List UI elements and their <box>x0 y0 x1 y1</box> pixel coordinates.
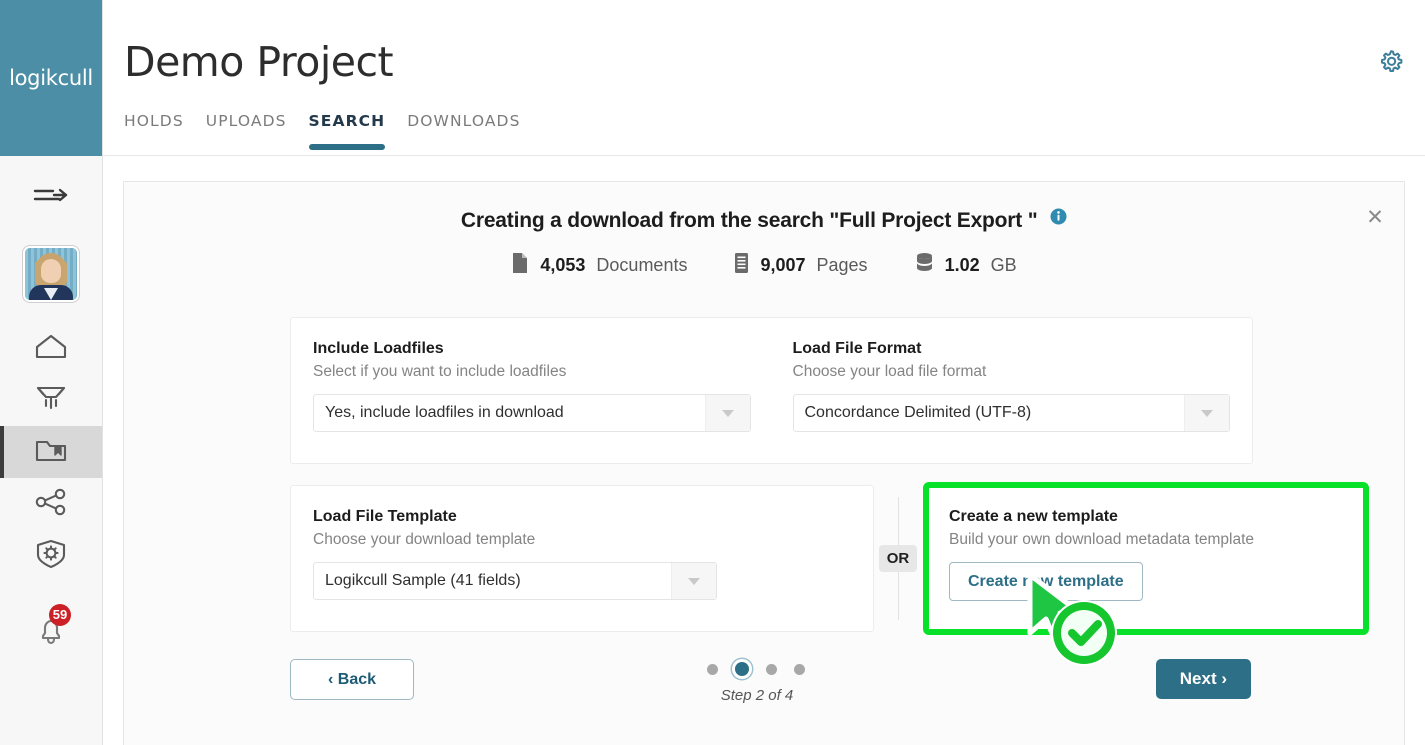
chevron-down-icon[interactable] <box>671 563 716 599</box>
stat-pages: 9,007 Pages <box>734 252 868 279</box>
load-file-template-value: Logikcull Sample (41 fields) <box>325 572 521 589</box>
include-loadfiles-select[interactable]: Yes, include loadfiles in download <box>313 394 751 432</box>
collapse-arrow-icon <box>33 185 69 212</box>
stat-pages-label: Pages <box>816 255 868 275</box>
sidebar-item-home[interactable] <box>0 322 102 374</box>
sidebar-avatar[interactable] <box>0 226 102 322</box>
stat-documents-value: 4,053 <box>540 255 586 275</box>
stat-size: 1.02 GB <box>915 252 1017 279</box>
step-dot-4[interactable] <box>794 663 805 675</box>
step-dot-2[interactable] <box>735 662 749 676</box>
sidebar-item-projects[interactable] <box>0 426 102 478</box>
field-load-file-format-title: Load File Format <box>792 340 922 357</box>
include-loadfiles-value: Yes, include loadfiles in download <box>325 404 564 421</box>
page-header: Demo Project HOLDS UPLOADS SEARCH DOWNLO… <box>103 0 1425 156</box>
card-load-file-template: Load File Template Choose your download … <box>290 485 874 632</box>
stat-documents-label: Documents <box>596 255 688 275</box>
sidebar-item-notifications[interactable]: 59 <box>0 598 102 668</box>
app-root: logikcull 59 Demo Project HOLDS UPLOADS … <box>0 0 1425 745</box>
chevron-down-icon[interactable] <box>1184 395 1229 431</box>
download-wizard-panel: ✕ Creating a download from the search "F… <box>123 181 1405 745</box>
field-load-file-format: Load File Format Choose your load file f… <box>773 318 1253 463</box>
field-include-loadfiles-title: Include Loadfiles <box>313 340 444 357</box>
stat-pages-value: 9,007 <box>760 255 806 275</box>
card-loadfile-options: Include Loadfiles Select if you want to … <box>290 317 1253 464</box>
tab-downloads[interactable]: DOWNLOADS <box>407 112 520 146</box>
tab-holds[interactable]: HOLDS <box>124 112 184 146</box>
database-icon <box>915 252 934 279</box>
stat-size-label: GB <box>990 255 1017 275</box>
shield-gear-icon <box>34 538 68 575</box>
close-icon[interactable]: ✕ <box>1362 204 1388 230</box>
share-icon <box>34 487 68 522</box>
field-load-file-format-subtitle: Choose your load file format <box>792 363 987 380</box>
tab-bar: HOLDS UPLOADS SEARCH DOWNLOADS <box>124 112 521 150</box>
wizard-heading: Creating a download from the search "Ful… <box>124 207 1404 233</box>
settings-button[interactable] <box>1375 48 1407 80</box>
create-new-template-button[interactable]: Create new template <box>949 562 1143 601</box>
wizard-footer: ‹ Back Step 2 of 4 Next › <box>124 644 1404 724</box>
load-file-template-select[interactable]: Logikcull Sample (41 fields) <box>313 562 717 600</box>
upload-funnel-icon <box>34 382 68 419</box>
logo-text: logikcull <box>9 66 93 90</box>
tab-search[interactable]: SEARCH <box>308 112 386 150</box>
home-icon <box>34 331 68 366</box>
folder-bookmark-icon <box>35 435 68 470</box>
sidebar-item-admin[interactable] <box>0 530 102 582</box>
document-icon <box>511 252 529 279</box>
step-dot-3[interactable] <box>766 663 777 675</box>
pages-icon <box>734 252 749 279</box>
step-label: Step 2 of 4 <box>720 687 794 704</box>
field-include-loadfiles: Include Loadfiles Select if you want to … <box>291 318 773 463</box>
sidebar-item-share[interactable] <box>0 478 102 530</box>
page-title: Demo Project <box>124 38 394 86</box>
next-button[interactable]: Next › <box>1155 659 1251 699</box>
step-dot-1[interactable] <box>707 663 718 675</box>
card-create-new-template: Create a new template Build your own dow… <box>923 482 1369 635</box>
stat-documents: 4,053 Documents <box>511 252 687 279</box>
sidebar-collapse[interactable] <box>0 170 102 226</box>
info-icon[interactable] <box>1050 207 1067 231</box>
or-divider: OR <box>874 485 922 632</box>
search-stats: 4,053 Documents 9,007 Pages 1.02 GB <box>124 252 1404 279</box>
field-create-template-title: Create a new template <box>949 508 1118 525</box>
chevron-down-icon[interactable] <box>704 395 750 431</box>
field-load-file-template-title: Load File Template <box>313 508 457 525</box>
field-load-file-template-subtitle: Choose your download template <box>313 531 536 548</box>
load-file-format-value: Concordance Delimited (UTF-8) <box>804 404 1032 421</box>
tab-uploads[interactable]: UPLOADS <box>206 112 287 146</box>
gear-icon <box>1376 47 1406 82</box>
logo[interactable]: logikcull <box>0 0 102 156</box>
sidebar: logikcull 59 <box>0 0 103 745</box>
wizard-heading-text: Creating a download from the search "Ful… <box>460 209 1038 232</box>
stat-size-value: 1.02 <box>944 255 980 275</box>
or-badge: OR <box>878 545 918 572</box>
sidebar-nav: 59 <box>0 170 102 668</box>
avatar <box>23 246 79 302</box>
sidebar-item-uploads[interactable] <box>0 374 102 426</box>
notification-badge: 59 <box>49 604 71 626</box>
field-create-template-subtitle: Build your own download metadata templat… <box>949 531 1255 548</box>
step-dots <box>707 662 805 676</box>
load-file-format-select[interactable]: Concordance Delimited (UTF-8) <box>792 394 1230 432</box>
field-include-loadfiles-subtitle: Select if you want to include loadfiles <box>313 363 567 380</box>
